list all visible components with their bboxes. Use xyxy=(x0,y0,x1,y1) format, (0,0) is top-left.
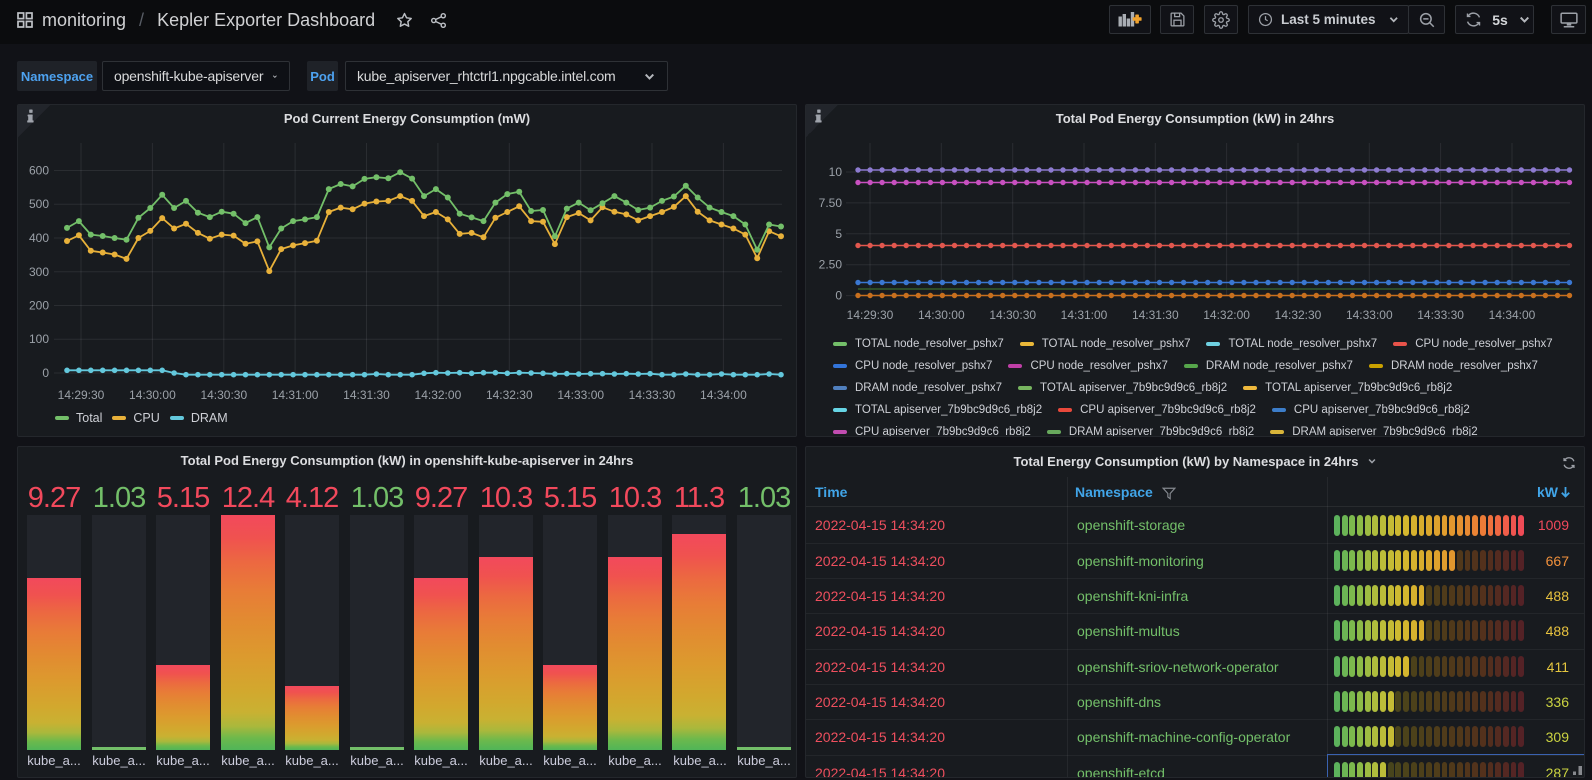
svg-text:500: 500 xyxy=(29,197,49,211)
svg-text:14:30:00: 14:30:00 xyxy=(918,308,965,322)
svg-text:14:32:00: 14:32:00 xyxy=(415,388,462,402)
svg-text:14:31:00: 14:31:00 xyxy=(272,388,319,402)
svg-text:2.50: 2.50 xyxy=(819,258,843,272)
svg-text:0: 0 xyxy=(835,289,842,303)
svg-text:7.50: 7.50 xyxy=(819,196,843,210)
svg-text:14:30:30: 14:30:30 xyxy=(200,388,247,402)
svg-text:14:33:00: 14:33:00 xyxy=(557,388,604,402)
svg-text:14:30:30: 14:30:30 xyxy=(989,308,1036,322)
svg-text:14:30:00: 14:30:00 xyxy=(129,388,176,402)
svg-text:14:34:00: 14:34:00 xyxy=(1489,308,1536,322)
svg-text:200: 200 xyxy=(29,299,49,313)
svg-text:5: 5 xyxy=(835,227,842,241)
svg-text:400: 400 xyxy=(29,231,49,245)
svg-text:14:29:30: 14:29:30 xyxy=(847,308,894,322)
svg-text:0: 0 xyxy=(42,366,49,380)
svg-text:300: 300 xyxy=(29,265,49,279)
svg-text:14:33:30: 14:33:30 xyxy=(1417,308,1464,322)
svg-text:14:31:30: 14:31:30 xyxy=(343,388,390,402)
svg-text:14:34:00: 14:34:00 xyxy=(700,388,747,402)
svg-text:14:31:30: 14:31:30 xyxy=(1132,308,1179,322)
svg-text:14:33:00: 14:33:00 xyxy=(1346,308,1393,322)
svg-text:14:32:30: 14:32:30 xyxy=(1275,308,1322,322)
svg-text:14:33:30: 14:33:30 xyxy=(629,388,676,402)
svg-text:14:32:00: 14:32:00 xyxy=(1203,308,1250,322)
svg-text:14:29:30: 14:29:30 xyxy=(58,388,105,402)
svg-text:600: 600 xyxy=(29,164,49,178)
svg-text:100: 100 xyxy=(29,332,49,346)
svg-text:14:31:00: 14:31:00 xyxy=(1061,308,1108,322)
svg-text:10: 10 xyxy=(829,165,843,179)
svg-text:14:32:30: 14:32:30 xyxy=(486,388,533,402)
